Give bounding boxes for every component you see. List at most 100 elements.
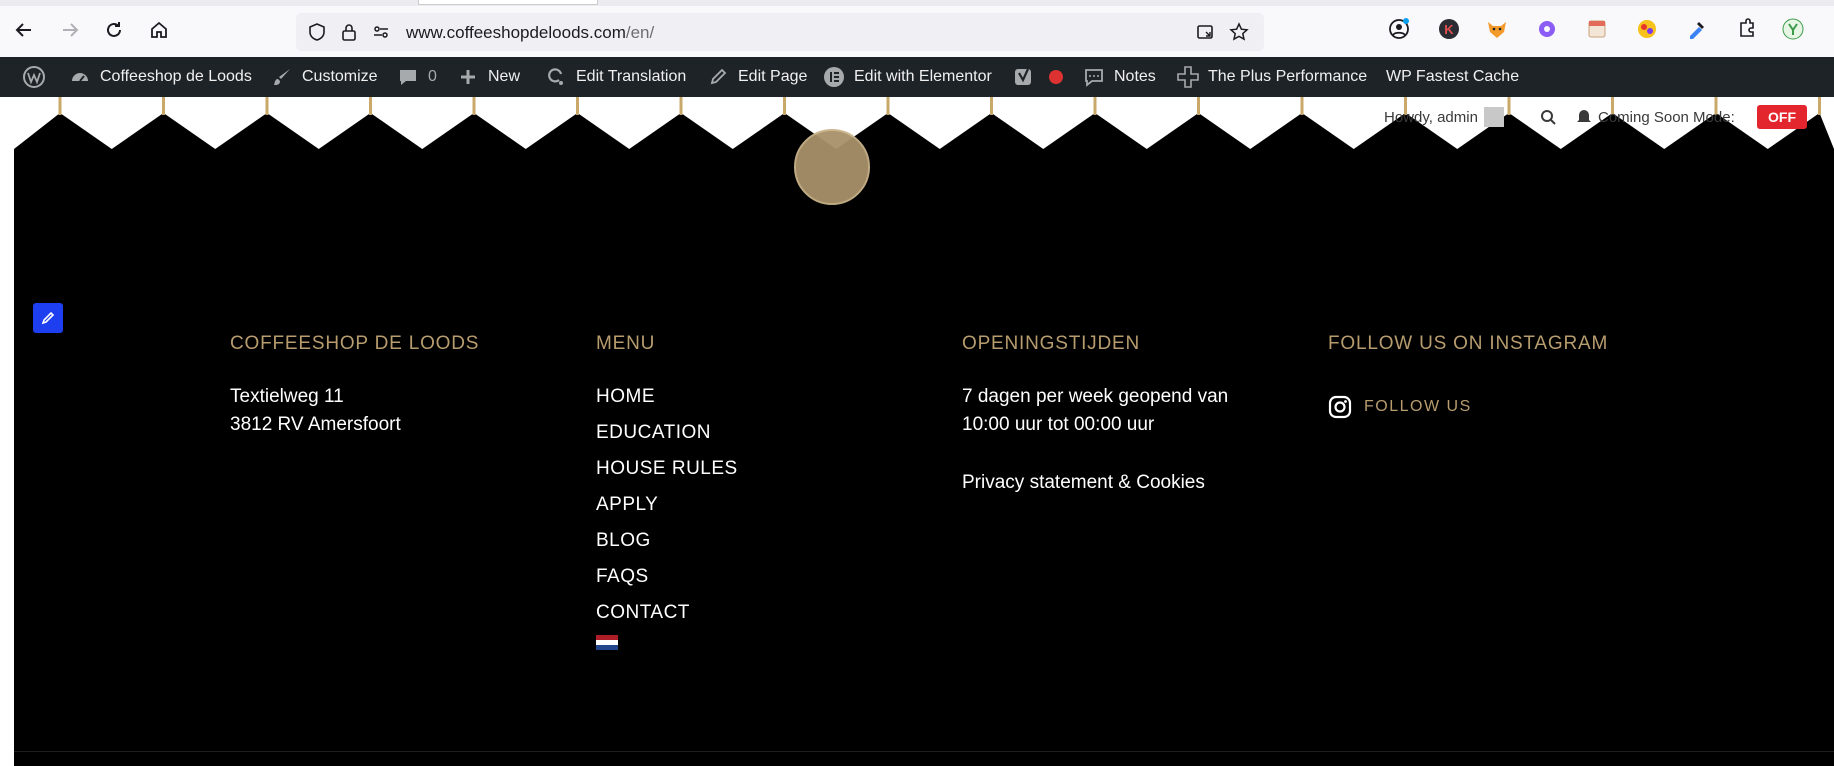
edit-page-label: Edit Page <box>738 68 808 85</box>
gear-extension-icon[interactable] <box>1534 16 1560 42</box>
calendar-extension-icon[interactable] <box>1584 16 1610 42</box>
avatar <box>1483 107 1504 127</box>
paintbrush-icon <box>270 65 294 89</box>
dutch-flag-icon[interactable] <box>596 635 618 650</box>
privacy-link[interactable]: Privacy statement & Cookies <box>962 469 1228 497</box>
y-extension-icon[interactable] <box>1780 16 1806 42</box>
svg-text:K: K <box>1444 22 1454 37</box>
url-path: /en/ <box>625 23 655 42</box>
wp-admin-bar: Coffeeshop de Loods Customize 0 New Edit… <box>0 57 1834 97</box>
seo-status-dot-icon <box>1044 65 1068 89</box>
pencil-icon <box>40 310 56 326</box>
menu-item-blog[interactable]: BLOG <box>596 523 738 559</box>
address-line-city: 3812 RV Amersfoort <box>230 414 401 435</box>
pencil-icon <box>706 65 730 89</box>
footer-column-instagram: FOLLOW US ON INSTAGRAM FOLLOW US <box>1328 333 1608 419</box>
notes-button[interactable]: Notes <box>1082 57 1156 97</box>
reader-view-icon[interactable] <box>1192 19 1218 45</box>
extensions-puzzle-icon[interactable] <box>1734 16 1760 42</box>
new-label: New <box>488 68 521 85</box>
yoast-seo-button[interactable] <box>1012 57 1068 97</box>
elementor-edit-pencil-button[interactable] <box>33 303 63 333</box>
home-icon[interactable] <box>143 14 175 46</box>
address-line-street: Textielweg 11 <box>230 386 344 407</box>
shield-icon[interactable] <box>304 19 330 45</box>
hours-line-days: 7 dagen per week geopend van <box>962 386 1229 407</box>
browser-toolbar: www.coffeeshopdeloods.com/en/ K <box>0 0 1834 58</box>
active-tab-edge[interactable] <box>418 0 598 5</box>
translation-icon <box>544 65 568 89</box>
customize-button[interactable]: Customize <box>270 57 378 97</box>
eyedropper-icon[interactable] <box>1684 16 1710 42</box>
notes-bubble-icon <box>1082 65 1106 89</box>
edit-with-elementor-button[interactable]: Edit with Elementor <box>822 57 992 97</box>
page-footer-area: Howdy, admin Coming Soon Mode: OFF COFFE… <box>14 97 1834 766</box>
site-name-label: Coffeeshop de Loods <box>100 68 252 85</box>
footer-menu: HOME EDUCATION HOUSE RULES APPLY BLOG FA… <box>596 379 738 631</box>
comments-count: 0 <box>428 68 437 85</box>
footer-column-menu: MENU HOME EDUCATION HOUSE RULES APPLY BL… <box>596 333 738 650</box>
notes-label: Notes <box>1114 68 1156 85</box>
wp-fastest-cache-button[interactable]: WP Fastest Cache <box>1386 57 1519 97</box>
edit-with-elementor-label: Edit with Elementor <box>854 68 992 85</box>
account-icon[interactable] <box>1386 16 1412 42</box>
back-icon[interactable] <box>8 14 40 46</box>
instagram-heading: FOLLOW US ON INSTAGRAM <box>1328 333 1609 354</box>
address-heading: COFFEESHOP DE LOODS <box>230 333 480 354</box>
plus-icon <box>456 65 480 89</box>
page-left-gutter <box>0 97 14 766</box>
wp-fastest-cache-label: WP Fastest Cache <box>1386 68 1520 85</box>
edit-translation-button[interactable]: Edit Translation <box>544 57 686 97</box>
menu-item-apply[interactable]: APPLY <box>596 487 738 523</box>
site-name-button[interactable]: Coffeeshop de Loods <box>68 57 252 97</box>
hours-heading: OPENINGSTIJDEN <box>962 333 1140 354</box>
wordpress-icon <box>22 65 46 89</box>
menu-item-education[interactable]: EDUCATION <box>596 415 738 451</box>
menu-item-house-rules[interactable]: HOUSE RULES <box>596 451 738 487</box>
fox-extension-icon[interactable] <box>1484 16 1510 42</box>
url-host: www.coffeeshopdeloods.com <box>406 23 626 42</box>
forward-icon[interactable] <box>54 14 86 46</box>
comment-bubble-icon <box>396 65 420 89</box>
gold-circle-decoration <box>794 129 870 205</box>
plus-performance-button[interactable]: The Plus Performance <box>1176 57 1367 97</box>
elementor-icon <box>822 65 846 89</box>
coming-soon-off-badge[interactable]: OFF <box>1757 105 1807 129</box>
bookmark-star-icon[interactable] <box>1226 19 1252 45</box>
edit-page-button[interactable]: Edit Page <box>706 57 807 97</box>
howdy-label: Howdy, admin <box>1384 108 1478 126</box>
plus-cross-icon <box>1176 65 1200 89</box>
coming-soon-label: Coming Soon Mode: <box>1598 108 1735 126</box>
dashboard-icon <box>68 65 92 89</box>
search-icon[interactable] <box>1539 105 1557 129</box>
edit-translation-label: Edit Translation <box>576 68 687 85</box>
menu-item-contact[interactable]: CONTACT <box>596 595 738 631</box>
howdy-admin[interactable]: Howdy, admin <box>1384 105 1504 129</box>
menu-item-faqs[interactable]: FAQS <box>596 559 738 595</box>
tab-strip <box>0 0 1834 6</box>
url-text[interactable]: www.coffeeshopdeloods.com/en/ <box>406 23 654 43</box>
zigzag-header-border <box>14 97 1834 149</box>
reload-icon[interactable] <box>98 14 130 46</box>
follow-us-label: FOLLOW US <box>1364 398 1472 415</box>
instagram-follow-link[interactable]: FOLLOW US <box>1328 395 1608 419</box>
site-permissions-icon[interactable] <box>368 19 394 45</box>
color-extension-icon[interactable] <box>1634 16 1660 42</box>
hours-line-times: 10:00 uur tot 00:00 uur <box>962 414 1155 435</box>
wordpress-logo-button[interactable] <box>22 57 46 97</box>
menu-heading: MENU <box>596 333 656 354</box>
lock-icon[interactable] <box>336 19 362 45</box>
comments-button[interactable]: 0 <box>396 57 437 97</box>
instagram-icon <box>1328 395 1352 419</box>
footer-column-hours: OPENINGSTIJDEN 7 dagen per week geopend … <box>962 333 1228 497</box>
new-content-button[interactable]: New <box>456 57 520 97</box>
menu-item-home[interactable]: HOME <box>596 379 738 415</box>
customize-label: Customize <box>302 68 378 85</box>
bell-icon <box>1576 108 1592 126</box>
address-bar[interactable]: www.coffeeshopdeloods.com/en/ <box>296 13 1264 51</box>
k-extension-icon[interactable]: K <box>1436 16 1462 42</box>
footer-column-address: COFFEESHOP DE LOODS Textielweg 11 3812 R… <box>230 333 479 439</box>
plus-performance-label: The Plus Performance <box>1208 68 1368 85</box>
coming-soon-mode[interactable]: Coming Soon Mode: <box>1576 105 1735 129</box>
footer-divider <box>14 751 1834 752</box>
